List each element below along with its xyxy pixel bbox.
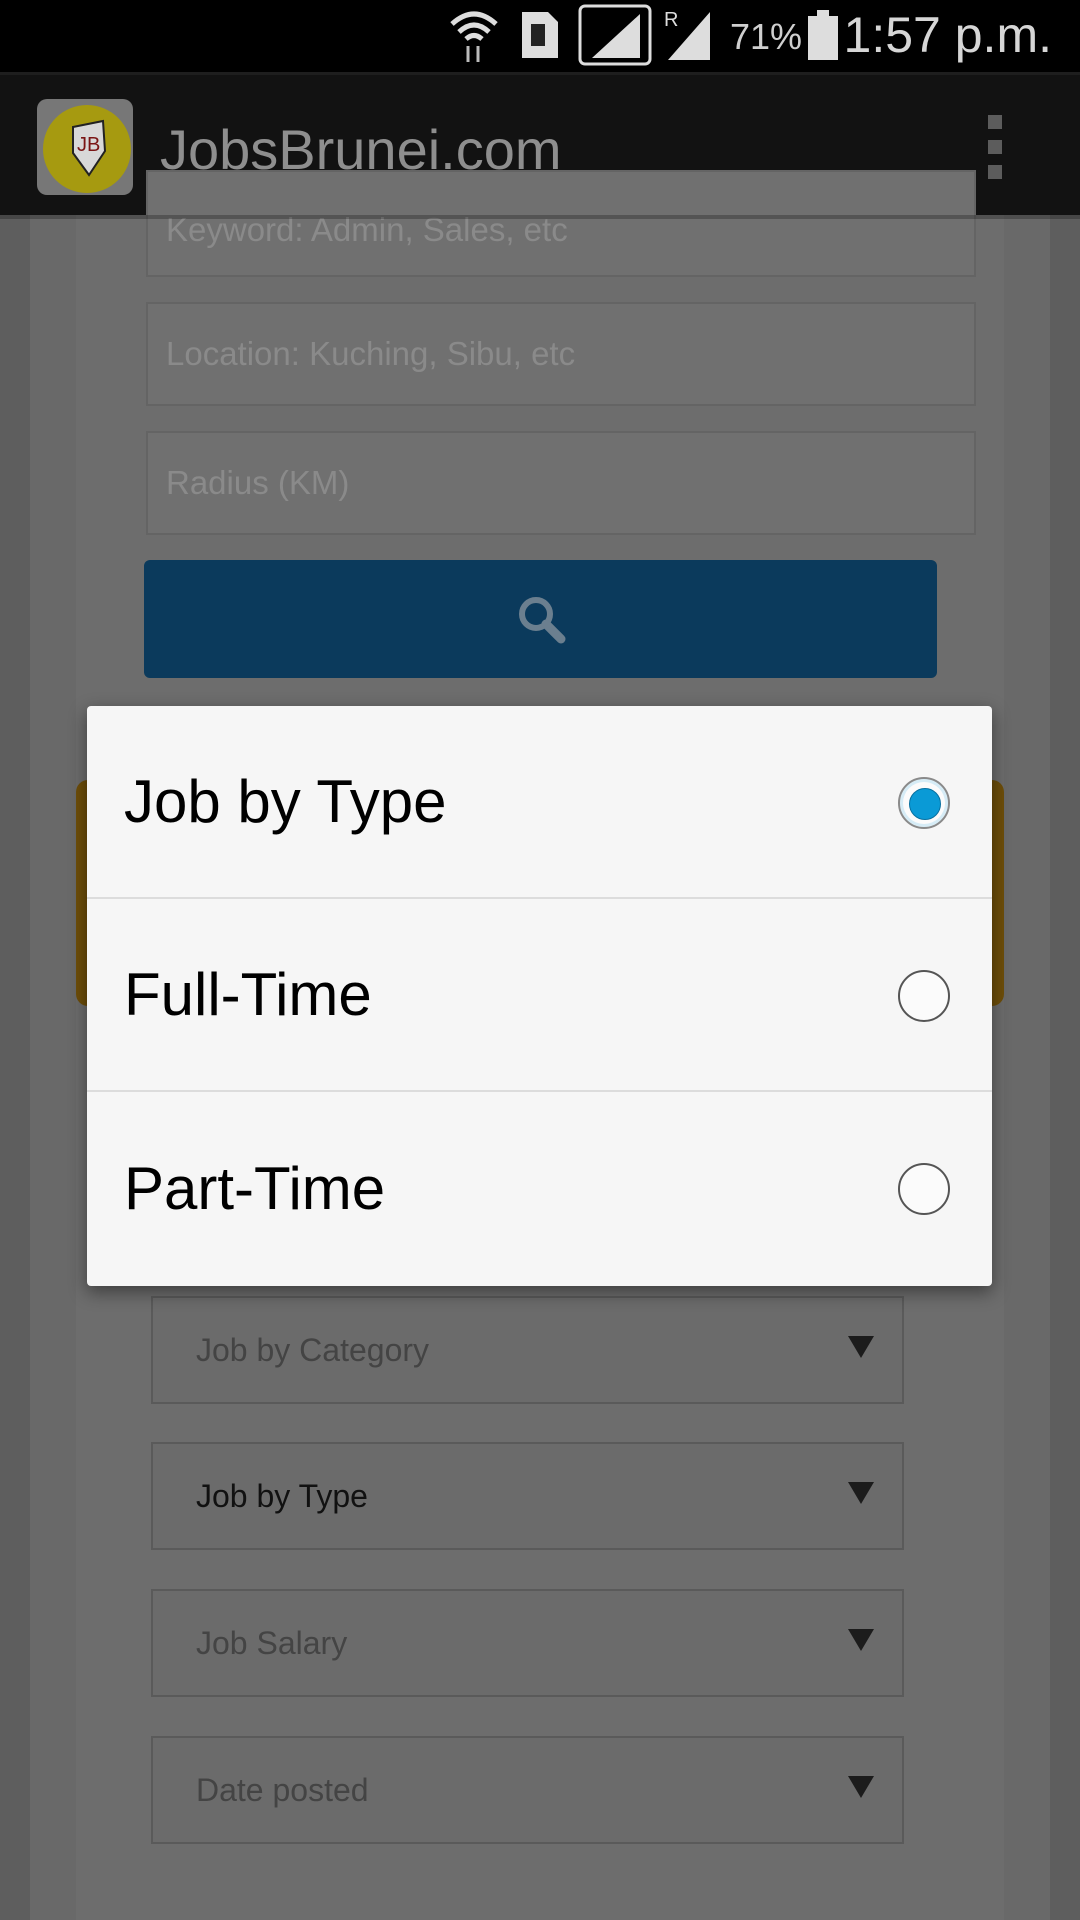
location-input[interactable]: Location: Kuching, Sibu, etc bbox=[146, 302, 976, 406]
option-part-time[interactable]: Part-Time bbox=[87, 1092, 992, 1285]
option-label: Job by Type bbox=[124, 768, 447, 835]
app-logo: JB bbox=[37, 99, 133, 195]
radio-icon[interactable] bbox=[898, 970, 950, 1022]
search-button[interactable] bbox=[144, 560, 937, 678]
battery-icon bbox=[808, 10, 838, 60]
job-type-dialog: Job by Type Full-Time Part-Time bbox=[87, 706, 992, 1286]
option-full-time[interactable]: Full-Time bbox=[87, 899, 992, 1092]
dropdown-arrow-icon bbox=[848, 1629, 874, 1651]
select-label: Job Salary bbox=[196, 1624, 348, 1661]
signal-icon bbox=[578, 4, 652, 66]
option-job-by-type[interactable]: Job by Type bbox=[87, 706, 992, 899]
date-posted-select[interactable]: Date posted bbox=[151, 1736, 904, 1844]
svg-text:JB: JB bbox=[77, 134, 100, 156]
clock: 1:57 p.m. bbox=[843, 7, 1052, 63]
overflow-menu-icon[interactable] bbox=[988, 115, 1006, 179]
dropdown-arrow-icon bbox=[848, 1776, 874, 1798]
type-select[interactable]: Job by Type bbox=[151, 1442, 904, 1550]
radius-input[interactable]: Radius (KM) bbox=[146, 431, 976, 535]
svg-text:R: R bbox=[664, 9, 678, 31]
keyword-input[interactable]: Keyword: Admin, Sales, etc bbox=[146, 170, 976, 277]
select-label: Job by Category bbox=[196, 1331, 430, 1368]
dropdown-arrow-icon bbox=[848, 1482, 874, 1504]
select-label: Job by Type bbox=[196, 1477, 368, 1514]
roaming-signal-icon: R bbox=[664, 9, 710, 60]
salary-select[interactable]: Job Salary bbox=[151, 1589, 904, 1697]
radio-icon[interactable] bbox=[898, 1163, 950, 1215]
dropdown-arrow-icon bbox=[848, 1336, 874, 1358]
app-bar-shadow bbox=[0, 215, 1080, 219]
radius-placeholder: Radius (KM) bbox=[166, 464, 350, 501]
category-select[interactable]: Job by Category bbox=[151, 1296, 904, 1404]
select-label: Date posted bbox=[196, 1771, 369, 1808]
sim-icon bbox=[522, 12, 558, 58]
wifi-icon bbox=[450, 11, 498, 62]
option-label: Full-Time bbox=[124, 961, 372, 1028]
radio-selected-icon[interactable] bbox=[898, 777, 950, 829]
search-icon bbox=[518, 597, 565, 644]
location-placeholder: Location: Kuching, Sibu, etc bbox=[166, 335, 576, 372]
battery-percent: 71% bbox=[730, 16, 803, 57]
option-label: Part-Time bbox=[124, 1155, 386, 1222]
status-bar: R 71% 1:57 p.m. bbox=[0, 0, 1080, 72]
